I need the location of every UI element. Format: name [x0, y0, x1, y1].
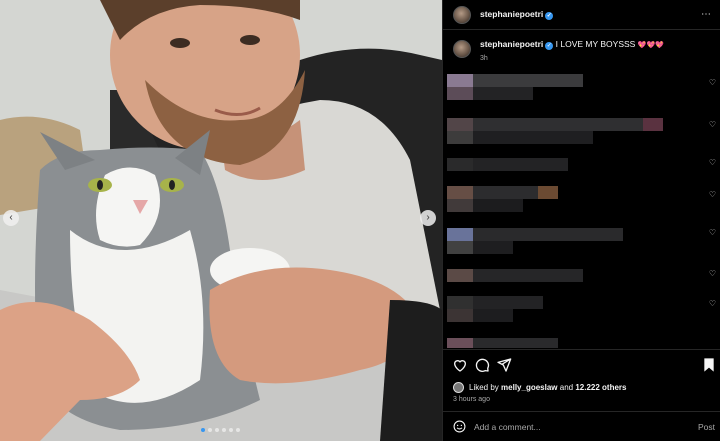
post-comment-button[interactable]: Post: [698, 422, 715, 432]
caption-hearts: 💖💖💖: [637, 42, 664, 49]
post-timestamp[interactable]: 3 hours ago: [453, 396, 490, 403]
comment-like-icon[interactable]: ♡: [709, 228, 716, 237]
header-username[interactable]: stephaniepoetri ✓: [480, 9, 554, 20]
caption-username[interactable]: stephaniepoetri: [480, 39, 543, 49]
comment-like-icon[interactable]: ♡: [709, 190, 716, 199]
carousel-dot[interactable]: [236, 428, 240, 432]
caption: stephaniepoetri ✓ I LOVE MY BOYSSS 💖💖💖 3h: [453, 39, 664, 62]
liked-by-prefix: Liked by: [469, 383, 499, 392]
heart-icon[interactable]: [452, 357, 468, 373]
comment-list: ♡ ♡ ♡ ♡ ♡ ♡ ♡: [443, 66, 720, 348]
emoji-icon[interactable]: [453, 420, 466, 433]
comment-like-icon[interactable]: ♡: [709, 120, 716, 129]
chevron-right-icon: ›: [426, 212, 430, 223]
comment-like-icon[interactable]: ♡: [709, 78, 716, 87]
caption-avatar[interactable]: [453, 40, 471, 58]
carousel-dot[interactable]: [222, 428, 226, 432]
liked-by-others[interactable]: 12.222 others: [575, 383, 626, 392]
carousel-dot[interactable]: [215, 428, 219, 432]
photo-illustration: [0, 0, 442, 441]
comment-like-icon[interactable]: ♡: [709, 299, 716, 308]
comment-input[interactable]: Add a comment...: [474, 422, 541, 432]
carousel-dot[interactable]: [208, 428, 212, 432]
carousel-next-button[interactable]: ›: [420, 210, 436, 226]
caption-timestamp[interactable]: 3h: [480, 55, 664, 62]
liker-avatar[interactable]: [453, 382, 464, 393]
comment-icon[interactable]: [474, 357, 490, 373]
carousel-indicator: [201, 428, 240, 432]
liked-by-user[interactable]: melly_goeslaw: [501, 383, 557, 392]
comment-like-icon[interactable]: ♡: [709, 158, 716, 167]
action-bar: [443, 349, 720, 379]
caption-text: I LOVE MY BOYSSS: [555, 39, 636, 49]
carousel-prev-button[interactable]: ‹: [3, 210, 19, 226]
more-options-icon[interactable]: ⋯: [701, 9, 712, 20]
comment-like-icon[interactable]: ♡: [709, 269, 716, 278]
pixelated-comments: [447, 74, 663, 348]
verified-badge-icon: ✓: [545, 12, 554, 20]
chevron-left-icon: ‹: [9, 212, 13, 223]
verified-badge-icon: ✓: [545, 42, 554, 50]
post-photo[interactable]: ‹ ›: [0, 0, 442, 441]
add-comment-bar: Add a comment... Post: [443, 411, 720, 441]
bookmark-icon[interactable]: [701, 357, 717, 373]
share-icon[interactable]: [496, 357, 512, 373]
carousel-dot[interactable]: [229, 428, 233, 432]
liked-by-connector: and: [559, 383, 574, 392]
likes-summary: Liked by melly_goeslaw and 12.222 others: [453, 382, 626, 393]
post-sidebar: stephaniepoetri ✓ ⋯ stephaniepoetri ✓ I LO…: [442, 0, 720, 441]
avatar[interactable]: [453, 5, 471, 24]
carousel-dot[interactable]: [201, 428, 205, 432]
username-text[interactable]: stephaniepoetri: [480, 9, 543, 19]
post-header: stephaniepoetri ✓ ⋯: [443, 0, 720, 30]
